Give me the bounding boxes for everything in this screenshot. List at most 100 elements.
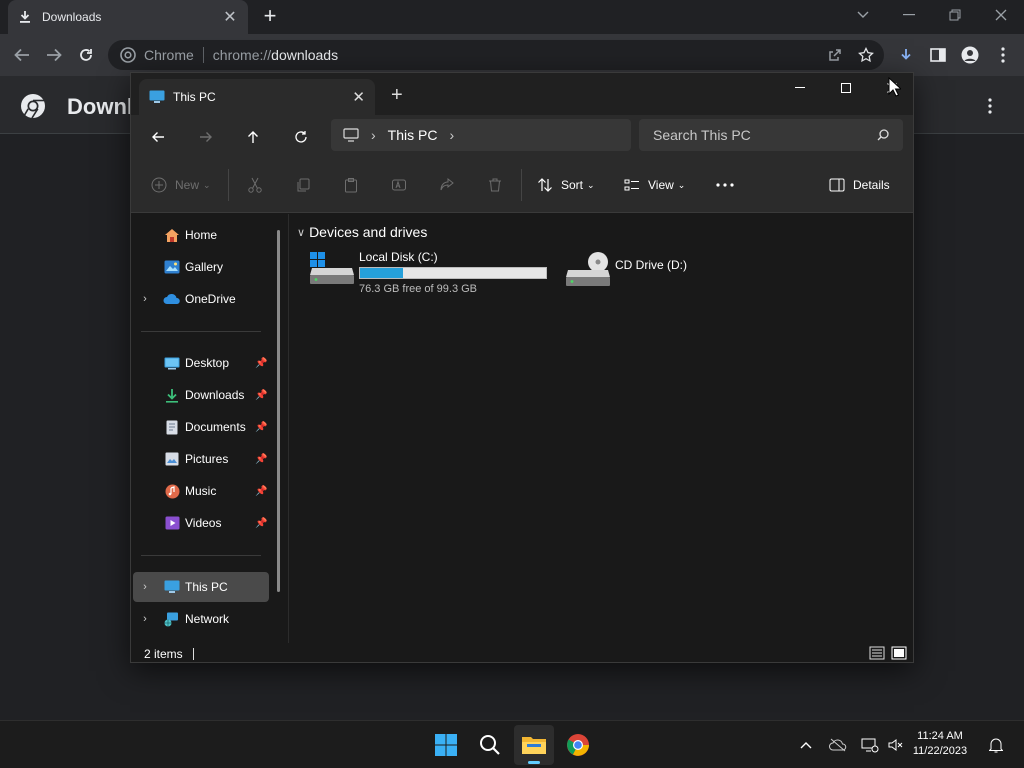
sidebar-item-documents[interactable]: Documents 📌 bbox=[133, 412, 269, 442]
explorer-forward-button[interactable] bbox=[193, 124, 219, 150]
sidebar-divider bbox=[141, 331, 261, 332]
sidebar-item-desktop[interactable]: Desktop 📌 bbox=[133, 348, 269, 378]
music-folder-icon bbox=[163, 483, 181, 499]
side-panel-icon[interactable] bbox=[927, 44, 949, 66]
sidebar-item-videos[interactable]: Videos 📌 bbox=[133, 508, 269, 538]
computer-icon bbox=[163, 579, 181, 595]
taskbar-file-explorer[interactable] bbox=[514, 725, 554, 765]
expand-chevron-icon[interactable]: › bbox=[133, 293, 157, 305]
chrome-close-button[interactable] bbox=[978, 0, 1024, 30]
sidebar-item-this-pc[interactable]: › This PC bbox=[133, 572, 269, 602]
breadcrumb-chevron-icon[interactable]: › bbox=[449, 127, 454, 143]
explorer-status-bar: 2 items bbox=[131, 643, 913, 662]
drive-free-space: 76.3 GB free of 99.3 GB bbox=[359, 283, 478, 295]
delete-button[interactable] bbox=[487, 173, 503, 197]
windows-logo-icon bbox=[435, 734, 457, 756]
chrome-tab-title: Downloads bbox=[42, 10, 102, 24]
paste-icon bbox=[345, 178, 357, 193]
rename-button[interactable] bbox=[391, 173, 407, 197]
explorer-refresh-button[interactable] bbox=[288, 124, 314, 150]
cut-button[interactable] bbox=[247, 173, 263, 197]
reload-icon bbox=[80, 49, 92, 61]
breadcrumb-this-pc[interactable]: This PC bbox=[388, 127, 438, 143]
explorer-command-bar: New ⌄ Sort ⌄ View ⌄ Details bbox=[131, 157, 913, 213]
explorer-up-button[interactable] bbox=[240, 124, 266, 150]
drive-local-disk-c[interactable]: Local Disk (C:) 76.3 GB free of 99.3 GB bbox=[309, 250, 547, 295]
cut-icon bbox=[248, 177, 262, 193]
downloads-toolbar-icon[interactable] bbox=[895, 44, 917, 66]
bookmark-star-icon[interactable] bbox=[855, 44, 877, 66]
explorer-tab-this-pc[interactable]: This PC ✕ bbox=[139, 79, 375, 115]
devices-drives-group-header[interactable]: ∨ Devices and drives bbox=[297, 224, 427, 240]
chrome-back-button[interactable] bbox=[9, 42, 35, 68]
sidebar-divider bbox=[141, 555, 261, 556]
sidebar-item-pictures[interactable]: Pictures 📌 bbox=[133, 444, 269, 474]
explorer-tab-title: This PC bbox=[173, 90, 216, 104]
drive-cd-d[interactable]: CD Drive (D:) bbox=[565, 250, 687, 288]
taskbar-chrome[interactable] bbox=[558, 725, 598, 765]
chrome-tab-close-icon[interactable]: ✕ bbox=[222, 7, 238, 27]
notifications-bell-icon[interactable] bbox=[986, 735, 1006, 755]
details-pane-button[interactable]: Details bbox=[829, 173, 890, 197]
view-button[interactable]: View ⌄ bbox=[624, 173, 685, 197]
explorer-maximize-button[interactable] bbox=[823, 73, 869, 103]
chrome-address-bar[interactable]: Chrome chrome://downloads bbox=[108, 40, 884, 70]
new-plus-icon bbox=[151, 177, 167, 193]
share-icon[interactable] bbox=[824, 44, 846, 66]
site-chip: Chrome bbox=[144, 47, 194, 63]
chrome-new-tab-button[interactable]: + bbox=[258, 5, 282, 29]
profile-avatar-icon[interactable] bbox=[959, 44, 981, 66]
sidebar-item-label: Documents bbox=[185, 420, 246, 434]
system-clock[interactable]: 11:24 AM 11/22/2023 bbox=[910, 729, 970, 759]
sidebar-item-home[interactable]: Home bbox=[133, 220, 269, 250]
gallery-icon bbox=[163, 259, 181, 275]
videos-folder-icon bbox=[163, 515, 181, 531]
onedrive-offline-icon[interactable] bbox=[828, 735, 848, 755]
downloads-more-icon[interactable] bbox=[988, 98, 992, 114]
sidebar-item-label: OneDrive bbox=[185, 292, 236, 306]
volume-muted-icon[interactable] bbox=[886, 735, 906, 755]
expand-chevron-icon[interactable]: › bbox=[133, 613, 157, 625]
documents-folder-icon bbox=[163, 419, 181, 435]
chrome-toolbar: Chrome chrome://downloads bbox=[0, 34, 1024, 76]
sidebar-item-onedrive[interactable]: › OneDrive bbox=[133, 284, 269, 314]
sort-chevron-down-icon: ⌄ bbox=[587, 179, 595, 190]
chrome-minimize-button[interactable] bbox=[886, 0, 932, 30]
sort-button[interactable]: Sort ⌄ bbox=[537, 173, 595, 197]
explorer-minimize-button[interactable] bbox=[777, 73, 823, 103]
chrome-reload-button[interactable] bbox=[73, 42, 99, 68]
network-status-icon[interactable] bbox=[860, 735, 880, 755]
sidebar-scrollbar[interactable] bbox=[277, 230, 280, 592]
large-icons-view-icon[interactable] bbox=[891, 646, 907, 660]
search-icon bbox=[480, 735, 500, 755]
more-options-button[interactable] bbox=[716, 173, 734, 197]
taskbar-search-button[interactable] bbox=[470, 725, 510, 765]
chrome-tab-downloads[interactable]: Downloads ✕ bbox=[8, 0, 248, 34]
chrome-tab-search-icon[interactable] bbox=[840, 0, 886, 30]
copy-button[interactable] bbox=[295, 173, 311, 197]
home-icon bbox=[163, 227, 181, 243]
sidebar-item-gallery[interactable]: Gallery bbox=[133, 252, 269, 282]
chrome-restore-button[interactable] bbox=[932, 0, 978, 30]
explorer-back-button[interactable] bbox=[145, 124, 171, 150]
explorer-address-bar[interactable]: › This PC › bbox=[331, 119, 631, 151]
explorer-search-box[interactable]: Search This PC bbox=[639, 119, 903, 151]
sidebar-item-network[interactable]: › Network bbox=[133, 604, 269, 634]
pin-icon: 📌 bbox=[255, 453, 268, 465]
show-hidden-icons-chevron-icon[interactable] bbox=[796, 735, 816, 755]
details-view-icon[interactable] bbox=[869, 646, 885, 660]
sidebar-item-label: Videos bbox=[185, 516, 222, 530]
item-count: 2 items bbox=[144, 646, 183, 661]
paste-button[interactable] bbox=[343, 173, 359, 197]
sidebar-item-downloads[interactable]: Downloads 📌 bbox=[133, 380, 269, 410]
explorer-new-tab-button[interactable]: + bbox=[391, 84, 403, 107]
expand-chevron-icon[interactable]: › bbox=[133, 581, 157, 593]
chrome-forward-button[interactable] bbox=[41, 42, 67, 68]
share-button[interactable] bbox=[439, 173, 455, 197]
new-button[interactable]: New ⌄ bbox=[151, 173, 211, 197]
url-path: downloads bbox=[271, 47, 339, 63]
chrome-menu-icon[interactable] bbox=[992, 44, 1014, 66]
sidebar-item-music[interactable]: Music 📌 bbox=[133, 476, 269, 506]
explorer-tab-close-icon[interactable]: ✕ bbox=[352, 88, 365, 106]
start-button[interactable] bbox=[426, 725, 466, 765]
